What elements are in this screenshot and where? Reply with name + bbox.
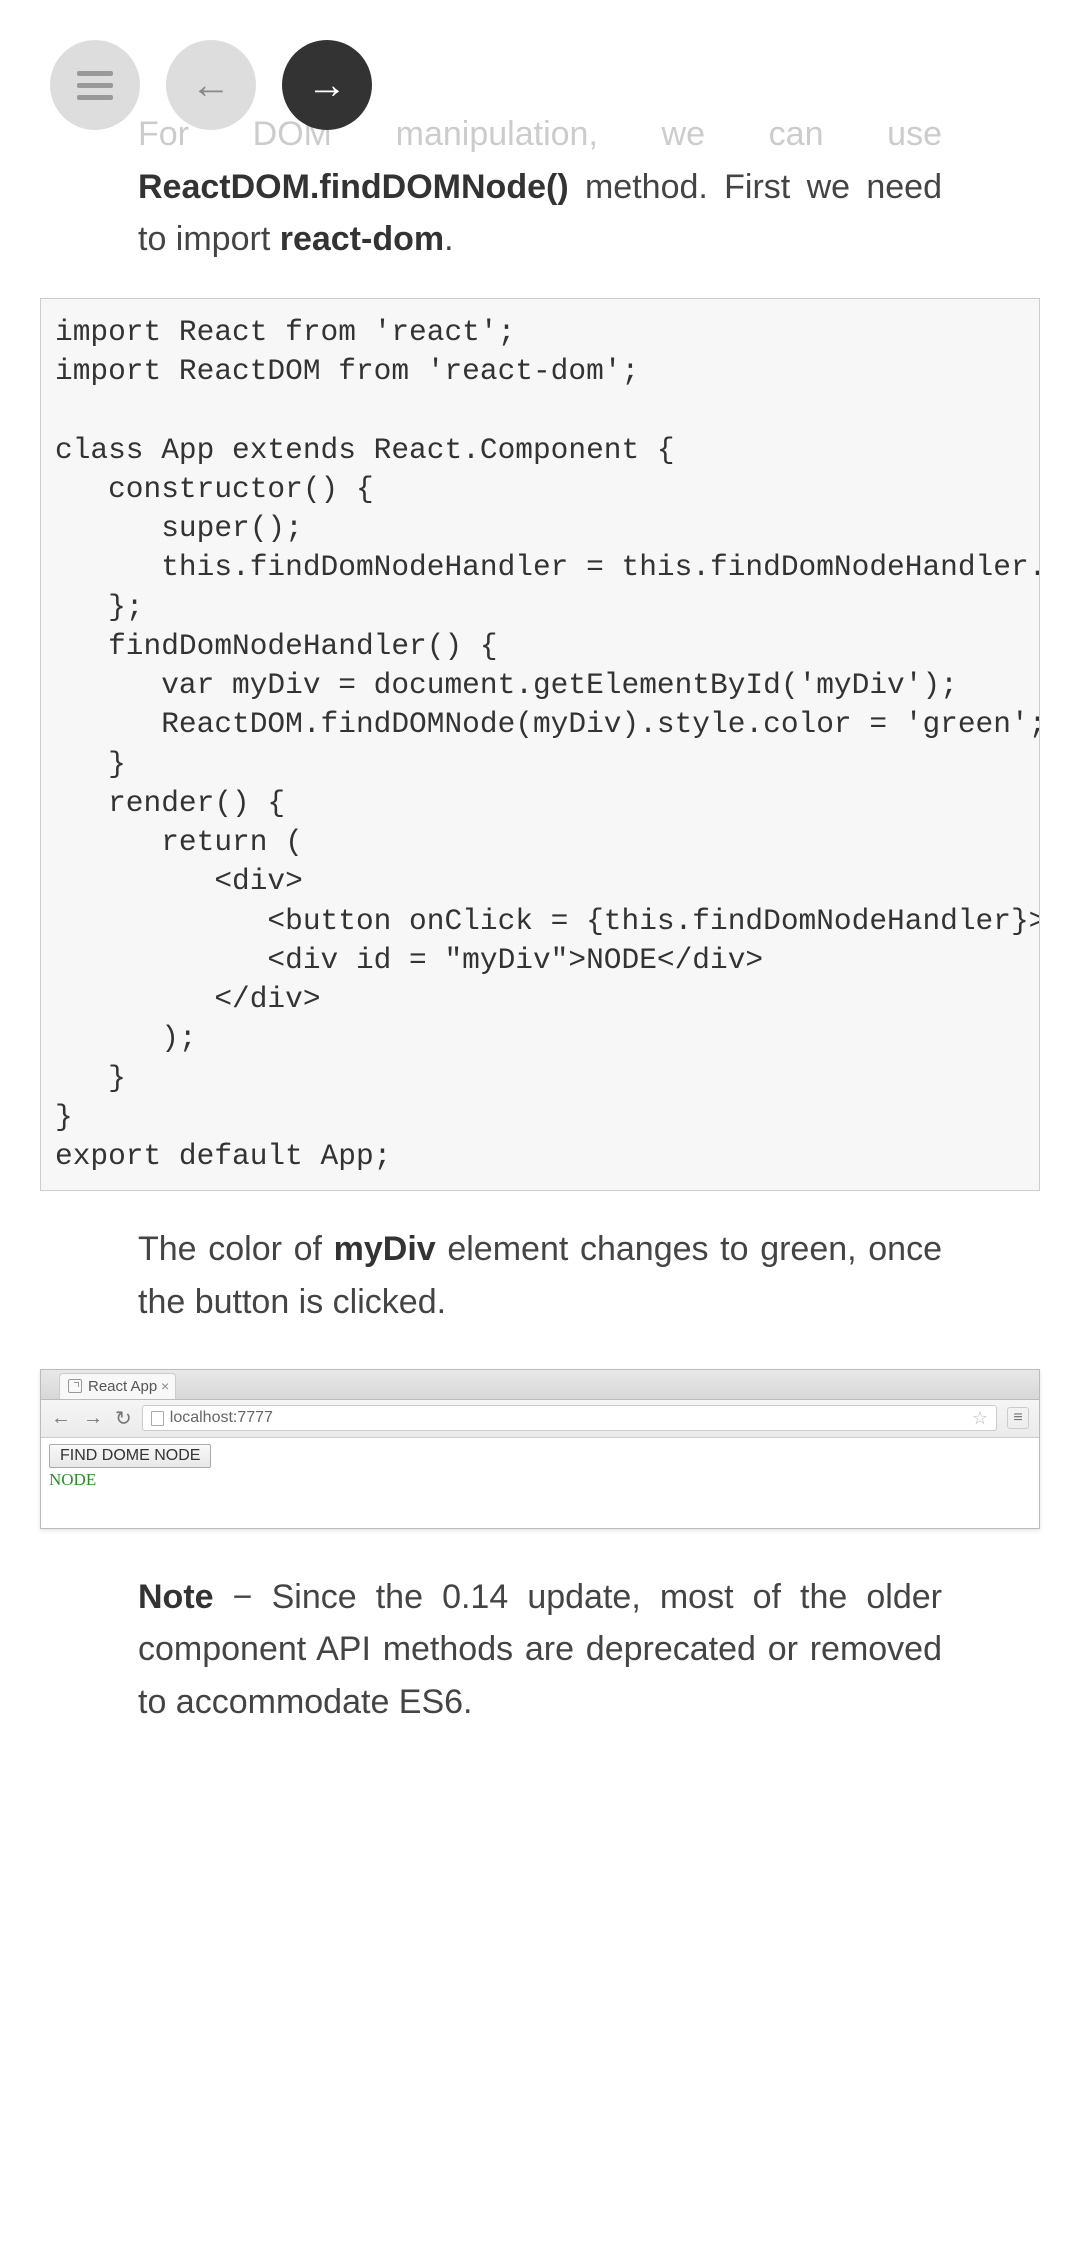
floating-nav: ← → bbox=[50, 40, 372, 130]
browser-menu-icon[interactable]: ≡ bbox=[1007, 1407, 1029, 1429]
page-icon bbox=[151, 1411, 164, 1426]
intro-strong-method: ReactDOM.findDOMNode() bbox=[138, 168, 569, 206]
arrow-right-icon: → bbox=[307, 65, 347, 105]
note-label: Note bbox=[138, 1578, 214, 1616]
intro-paragraph: For DOM manipulation, we can use ReactDO… bbox=[40, 108, 1040, 266]
intro-text-end: . bbox=[444, 220, 453, 258]
hamburger-icon bbox=[77, 71, 113, 100]
arrow-left-icon: ← bbox=[191, 65, 231, 105]
forward-icon[interactable]: → bbox=[83, 1407, 103, 1430]
next-button[interactable]: → bbox=[282, 40, 372, 130]
url-bar[interactable]: localhost:7777 ☆ bbox=[142, 1405, 997, 1431]
bookmark-star-icon[interactable]: ☆ bbox=[972, 1408, 988, 1429]
browser-tab-bar: React App × bbox=[41, 1370, 1039, 1400]
browser-toolbar: ← → ↻ localhost:7777 ☆ ≡ bbox=[41, 1400, 1039, 1438]
url-text: localhost:7777 bbox=[170, 1409, 273, 1427]
page-icon bbox=[68, 1379, 82, 1393]
note-paragraph: Note − Since the 0.14 update, most of th… bbox=[40, 1571, 1040, 1729]
tab-title: React App bbox=[88, 1378, 157, 1395]
close-icon[interactable]: × bbox=[161, 1378, 169, 1394]
intro-strong-lib: react-dom bbox=[280, 220, 444, 258]
result-text-1: The color of bbox=[138, 1230, 334, 1268]
menu-button[interactable] bbox=[50, 40, 140, 130]
back-icon[interactable]: ← bbox=[51, 1407, 71, 1430]
prev-button[interactable]: ← bbox=[166, 40, 256, 130]
browser-screenshot: React App × ← → ↻ localhost:7777 ☆ ≡ FIN… bbox=[40, 1369, 1040, 1529]
code-block: import React from 'react'; import ReactD… bbox=[40, 298, 1040, 1191]
find-dom-node-button[interactable]: FIND DOME NODE bbox=[49, 1444, 211, 1468]
node-text: NODE bbox=[49, 1470, 1031, 1490]
toolbar-nav-group: ← → ↻ bbox=[51, 1406, 132, 1431]
browser-viewport: FIND DOME NODE NODE bbox=[41, 1438, 1039, 1528]
article-content: For DOM manipulation, we can use ReactDO… bbox=[0, 108, 1080, 1729]
result-strong: myDiv bbox=[334, 1230, 436, 1268]
reload-icon[interactable]: ↻ bbox=[115, 1406, 132, 1431]
result-paragraph: The color of myDiv element changes to gr… bbox=[40, 1223, 1040, 1328]
note-text: − Since the 0.14 update, most of the old… bbox=[138, 1578, 942, 1721]
browser-tab[interactable]: React App × bbox=[59, 1373, 176, 1399]
